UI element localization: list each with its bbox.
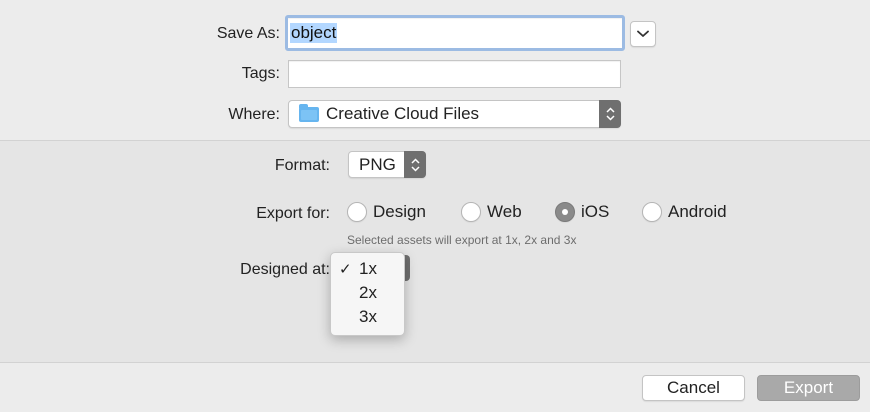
export-hint: Selected assets will export at 1x, 2x an… [347, 233, 577, 247]
where-label: Where: [228, 106, 280, 123]
export-button[interactable]: Export [757, 375, 860, 401]
menu-item-label: 1x [359, 259, 377, 278]
format-stepper [404, 151, 426, 178]
menu-item-2x[interactable]: 2x [331, 281, 404, 305]
menu-item-label: 3x [359, 307, 377, 326]
folder-icon [299, 103, 319, 122]
menu-item-1x[interactable]: ✓ 1x [331, 257, 404, 281]
radio-ios-label: iOS [581, 202, 610, 221]
radio-design[interactable]: Design [347, 202, 426, 222]
tags-label: Tags: [241, 65, 280, 82]
radio-circle [461, 202, 481, 222]
chevron-up-icon [605, 107, 615, 113]
chevron-down-icon [637, 30, 649, 37]
radio-design-label: Design [373, 202, 426, 221]
designed-at-label: Designed at: [240, 261, 330, 278]
export-options-section: Format: PNG Export for: Design Web iOS A… [0, 141, 870, 363]
radio-web-label: Web [487, 202, 522, 221]
radio-ios[interactable]: iOS [555, 202, 609, 222]
where-popup[interactable]: Creative Cloud Files [288, 100, 621, 128]
expand-dialog-button[interactable] [630, 21, 656, 47]
save-as-field[interactable]: object [285, 15, 625, 51]
radio-web[interactable]: Web [461, 202, 522, 222]
file-section: Save As: object Tags: Where: Creative Cl… [0, 0, 870, 141]
menu-item-label: 2x [359, 283, 377, 302]
where-value: Creative Cloud Files [326, 104, 480, 123]
format-popup[interactable]: PNG [348, 151, 426, 178]
menu-item-3x[interactable]: 3x [331, 305, 404, 329]
save-as-label: Save As: [216, 25, 280, 42]
chevron-down-icon [605, 115, 615, 121]
tags-field[interactable] [288, 60, 621, 88]
export-for-label: Export for: [256, 205, 330, 222]
chevron-down-icon [410, 165, 420, 172]
designed-at-menu: ✓ 1x 2x 3x [330, 252, 405, 336]
checkmark-icon: ✓ [339, 261, 352, 278]
radio-circle [642, 202, 662, 222]
where-stepper [599, 100, 621, 128]
radio-circle-selected [555, 202, 575, 222]
dialog-footer: Cancel Export [0, 363, 870, 412]
radio-android[interactable]: Android [642, 202, 727, 222]
format-label: Format: [274, 157, 330, 174]
radio-android-label: Android [668, 202, 727, 221]
save-as-value: object [290, 23, 338, 43]
export-dialog: Save As: object Tags: Where: Creative Cl… [0, 0, 870, 412]
radio-circle [347, 202, 367, 222]
cancel-button[interactable]: Cancel [642, 375, 745, 401]
format-value: PNG [359, 154, 396, 174]
chevron-up-icon [410, 157, 420, 164]
